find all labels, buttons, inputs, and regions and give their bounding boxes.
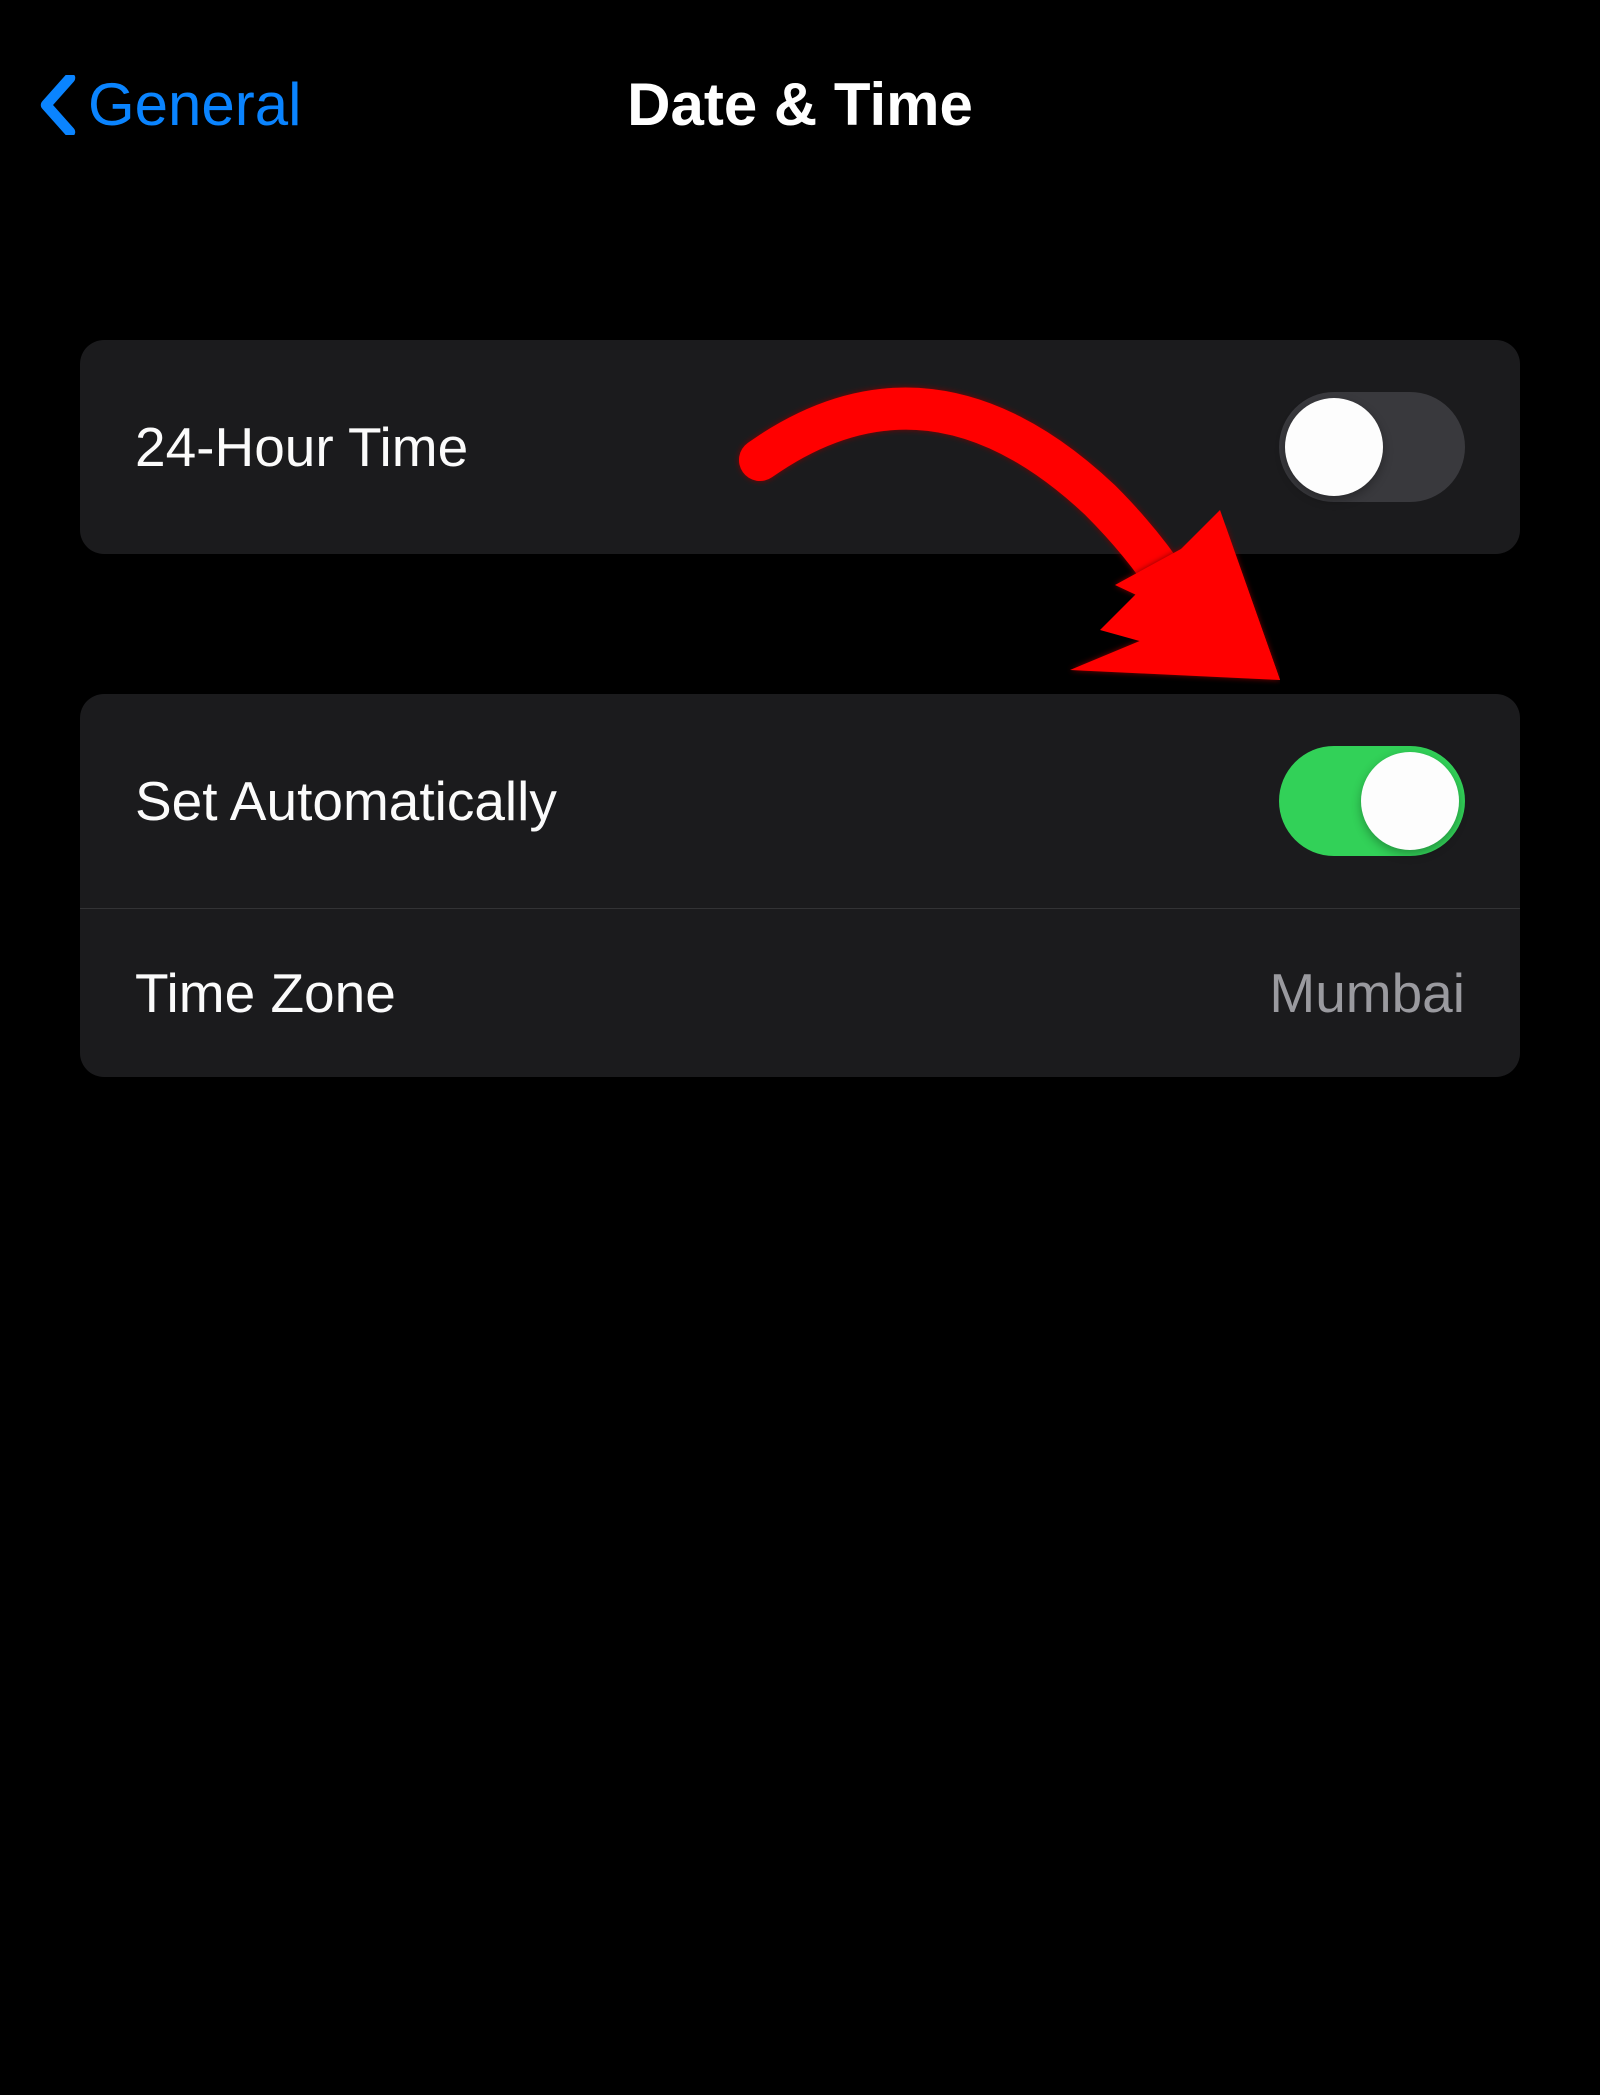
chevron-left-icon <box>40 75 76 135</box>
settings-content: 24-Hour Time Set Automatically Time Zone… <box>0 340 1600 1077</box>
row-label-set-automatically: Set Automatically <box>135 769 557 833</box>
row-label-24hour: 24-Hour Time <box>135 415 468 479</box>
toggle-knob <box>1361 752 1459 850</box>
24-hour-time-toggle[interactable] <box>1279 392 1465 502</box>
row-time-zone[interactable]: Time Zone Mumbai <box>80 908 1520 1077</box>
set-automatically-toggle[interactable] <box>1279 746 1465 856</box>
row-set-automatically: Set Automatically <box>80 694 1520 908</box>
group-24hour: 24-Hour Time <box>80 340 1520 554</box>
back-button[interactable]: General <box>40 70 301 139</box>
toggle-knob <box>1285 398 1383 496</box>
page-title: Date & Time <box>627 70 973 139</box>
row-24hour-time: 24-Hour Time <box>80 340 1520 554</box>
time-zone-value: Mumbai <box>1269 961 1465 1025</box>
row-label-time-zone: Time Zone <box>135 961 396 1025</box>
nav-header: General Date & Time <box>0 0 1600 170</box>
back-label: General <box>88 70 301 139</box>
group-auto-tz: Set Automatically Time Zone Mumbai <box>80 694 1520 1077</box>
